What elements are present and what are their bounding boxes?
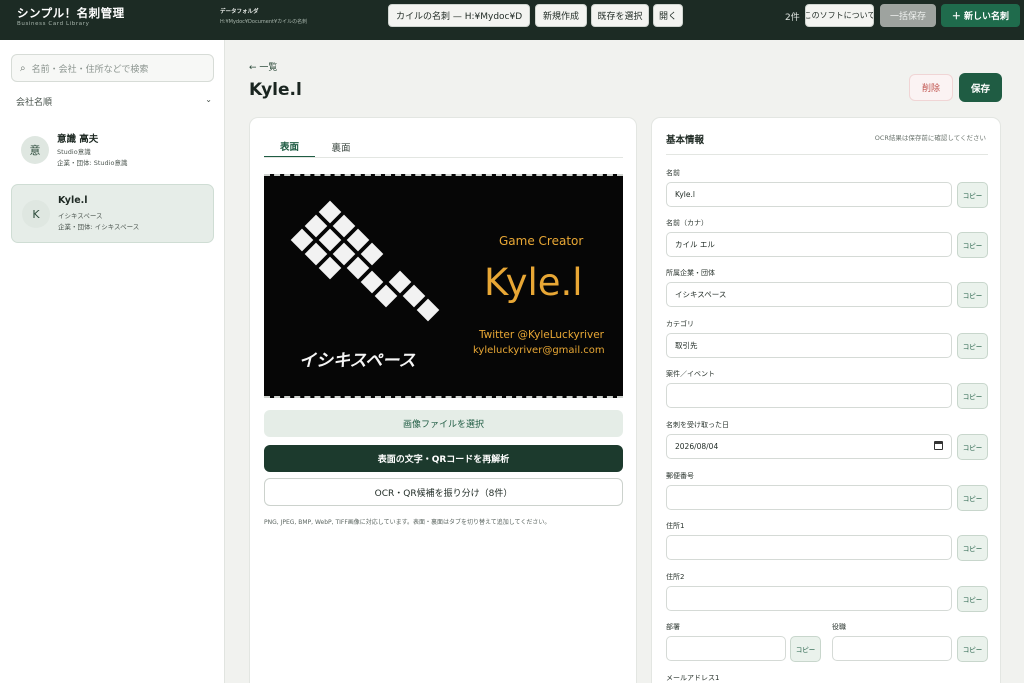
reanalyze-button[interactable]: 表面の文字・QRコードを再解析: [264, 445, 623, 472]
received-date-field[interactable]: 2026/08/04: [666, 434, 952, 459]
search-input[interactable]: ⌕ 名前・会社・住所などで検索: [11, 54, 214, 82]
top-bar: シンプル！名刺管理 Business Card Library データフォルダ …: [0, 0, 1024, 40]
calendar-icon[interactable]: [934, 441, 943, 450]
new-library-button[interactable]: 新規作成: [535, 4, 587, 27]
image-hint: PNG, JPEG, BMP, WebP, TIFF画像に対応しています。表面・…: [264, 519, 551, 526]
card-twitter: Twitter @KyleLuckyriver: [478, 329, 605, 341]
position-field[interactable]: [832, 636, 952, 661]
delete-button[interactable]: 削除: [909, 74, 953, 101]
search-placeholder: 名前・会社・住所などで検索: [31, 64, 149, 75]
name-field[interactable]: Kyle.l: [666, 182, 952, 207]
field-label-company: 所属企業・団体: [666, 269, 715, 277]
card-list-item-active[interactable]: K Kyle.l イシキスペース 企業・団体: イシキスペース: [11, 184, 214, 243]
copy-project-button[interactable]: コピー: [957, 383, 988, 409]
avatar: 意: [21, 136, 49, 164]
basic-info-title: 基本情報: [666, 135, 705, 146]
card-name-large: Kyle.l: [484, 261, 583, 304]
copy-company-button[interactable]: コピー: [957, 282, 988, 308]
received-date-value: 2026/08/04: [675, 442, 719, 451]
card-company: Studio意識: [57, 148, 91, 156]
postal-code-field[interactable]: [666, 485, 952, 510]
copy-category-button[interactable]: コピー: [957, 333, 988, 359]
app-title: シンプル！名刺管理: [17, 6, 125, 20]
logo-text: イシキスペース: [299, 351, 415, 371]
card-group: 企業・団体: イシキスペース: [58, 223, 140, 231]
library-select-value: カイルの名刺 — H:¥Mydoc¥D: [396, 12, 523, 22]
field-label-department: 部署: [666, 623, 680, 631]
card-count: 2件: [785, 13, 800, 23]
project-field[interactable]: [666, 383, 952, 408]
copy-address2-button[interactable]: コピー: [957, 586, 988, 612]
copy-postal-button[interactable]: コピー: [957, 485, 988, 511]
tab-back[interactable]: 裏面: [316, 136, 366, 158]
tab-divider: [264, 157, 623, 158]
copy-date-button[interactable]: コピー: [957, 434, 988, 460]
copy-address1-button[interactable]: コピー: [957, 535, 988, 561]
select-image-button[interactable]: 画像ファイルを選択: [264, 410, 623, 437]
search-icon: ⌕: [20, 62, 26, 74]
sidebar: ⌕ 名前・会社・住所などで検索 会社名順 ⌄ 意 意識 高夫 Studio意識 …: [0, 40, 225, 683]
chevron-down-icon: ⌄: [205, 95, 212, 104]
copy-name-button[interactable]: コピー: [957, 182, 988, 208]
field-label-position: 役職: [832, 623, 846, 631]
address1-field[interactable]: [666, 535, 952, 560]
category-field[interactable]: 取引先: [666, 333, 952, 358]
page-title: Kyle.l: [249, 80, 302, 100]
field-label-email1: メールアドレス1: [666, 674, 720, 682]
ocr-note: OCR結果は保存前に確認してください: [874, 134, 986, 142]
field-label-name: 名前: [666, 169, 680, 177]
card-image: イシキスペース Game Creator Kyle.l Twitter @Kyl…: [264, 174, 623, 398]
field-label-address2: 住所2: [666, 573, 685, 581]
address2-field[interactable]: [666, 586, 952, 611]
app-subtitle: Business Card Library: [17, 21, 90, 27]
copy-kana-button[interactable]: コピー: [957, 232, 988, 258]
field-label-category: カテゴリ: [666, 320, 694, 328]
kana-field[interactable]: カイル エル: [666, 232, 952, 257]
data-folder-label: データフォルダ: [220, 9, 259, 15]
bulk-save-button[interactable]: 一括保存: [880, 4, 936, 27]
image-panel: 表面 裏面 イシキスペース Game Creator Kyle.l Twitte…: [249, 117, 637, 683]
select-existing-button[interactable]: 既存を選択: [591, 4, 649, 27]
logo-mark: [290, 200, 440, 322]
assign-ocr-button[interactable]: OCR・QR候補を振り分け（8件）: [264, 478, 623, 506]
tab-front[interactable]: 表面: [264, 136, 315, 158]
card-name: Kyle.l: [58, 195, 88, 206]
card-name: 意識 高夫: [57, 134, 99, 145]
card-image-svg: イシキスペース Game Creator Kyle.l Twitter @Kyl…: [290, 200, 605, 371]
department-field[interactable]: [666, 636, 786, 661]
sort-select[interactable]: 会社名順 ⌄: [16, 95, 212, 108]
save-button[interactable]: 保存: [959, 73, 1002, 102]
company-field[interactable]: イシキスペース: [666, 282, 952, 307]
field-label-received-date: 名刺を受け取った日: [666, 421, 729, 429]
card-company: イシキスペース: [58, 212, 103, 220]
back-to-list-link[interactable]: ← 一覧: [249, 60, 277, 73]
sort-label: 会社名順: [16, 98, 53, 108]
field-label-project: 案件／イベント: [666, 370, 715, 378]
card-group: 企業・団体: Studio意識: [57, 159, 128, 167]
card-list-item[interactable]: 意 意識 高夫 Studio意識 企業・団体: Studio意識: [11, 121, 214, 180]
basic-info-panel: 基本情報 OCR結果は保存前に確認してください 名前 Kyle.l コピー 名前…: [651, 117, 1001, 683]
field-label-address1: 住所1: [666, 522, 685, 530]
copy-department-button[interactable]: コピー: [790, 636, 821, 662]
data-folder-path: H:¥Mydoc¥Document¥カイルの名刺: [220, 19, 308, 25]
open-button[interactable]: 開く: [653, 4, 683, 27]
new-card-button[interactable]: ＋ 新しい名刺: [941, 4, 1020, 27]
library-select[interactable]: カイルの名刺 — H:¥Mydoc¥D: [388, 4, 530, 27]
field-label-kana: 名前（カナ）: [666, 219, 708, 227]
card-role: Game Creator: [499, 234, 583, 248]
field-label-postal: 郵便番号: [666, 472, 694, 480]
about-button[interactable]: このソフトについて: [805, 4, 874, 27]
avatar: K: [22, 200, 50, 228]
copy-position-button[interactable]: コピー: [957, 636, 988, 662]
card-email: kyleluckyriver@gmail.com: [473, 345, 605, 356]
header-divider: [666, 154, 988, 155]
